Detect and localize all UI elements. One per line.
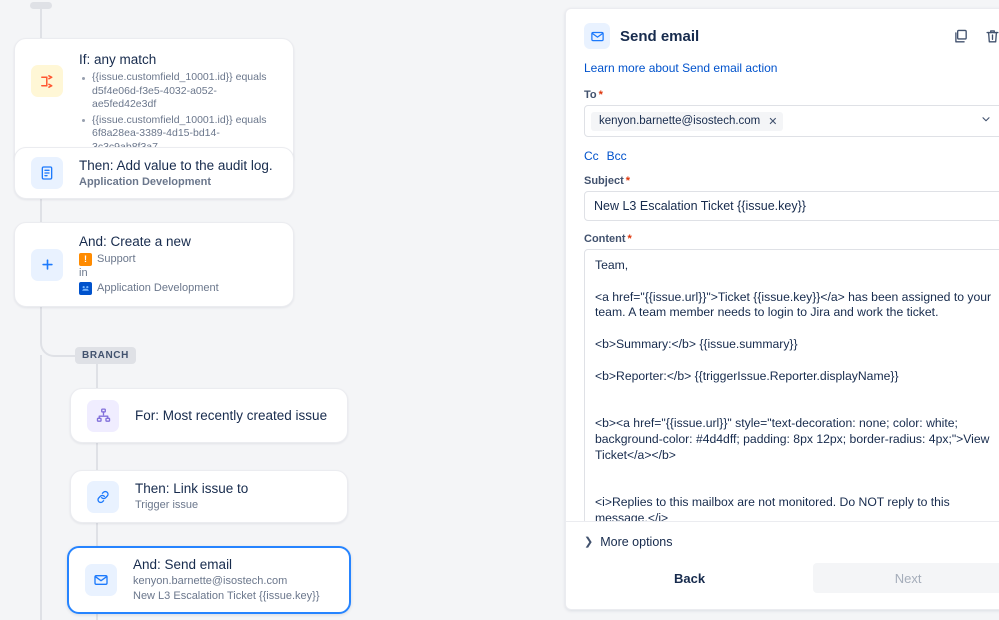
trash-icon[interactable] bbox=[981, 25, 999, 47]
project-avatar-icon bbox=[79, 282, 92, 295]
required-marker: * bbox=[627, 233, 632, 245]
card-title: Then: Link issue to bbox=[135, 481, 249, 496]
cc-link[interactable]: Cc bbox=[584, 149, 599, 163]
card-title: Then: Add value to the audit log. bbox=[79, 157, 273, 173]
required-marker: * bbox=[625, 175, 631, 187]
rule-card-create-issue[interactable]: And: Create a new ! Support in Applicati… bbox=[14, 222, 294, 307]
rail-segment bbox=[96, 613, 98, 620]
rail-segment bbox=[96, 523, 98, 547]
in-word: in bbox=[79, 267, 88, 279]
recipient-email: kenyon.barnette@isostech.com bbox=[599, 115, 761, 127]
subject-label: Subject * bbox=[584, 175, 999, 187]
rail-segment bbox=[40, 307, 42, 333]
chevron-right-icon: ❯ bbox=[584, 535, 594, 548]
chevron-down-icon[interactable] bbox=[980, 112, 992, 130]
issue-type-icon: ! bbox=[79, 253, 92, 266]
card-subject: New L3 Escalation Ticket {{issue.key}} bbox=[133, 590, 320, 602]
content-label-text: Content bbox=[584, 233, 626, 245]
learn-more-link[interactable]: Learn more about Send email action bbox=[584, 61, 777, 75]
content-label: Content * bbox=[584, 233, 999, 245]
to-select[interactable]: kenyon.barnette@isostech.com ✕ bbox=[584, 105, 999, 137]
link-icon bbox=[87, 480, 119, 513]
cc-bcc-row: Cc Bcc bbox=[584, 149, 999, 163]
detail-panel-wrap: Send email Learn more about Send email a… bbox=[557, 0, 999, 620]
envelope-icon bbox=[584, 23, 610, 49]
close-icon[interactable]: ✕ bbox=[768, 115, 777, 128]
card-title: If: any match bbox=[79, 52, 157, 67]
panel-footer: Back Next bbox=[566, 549, 999, 609]
branch-condition-icon bbox=[31, 65, 63, 97]
envelope-icon bbox=[85, 564, 117, 596]
audit-log-icon bbox=[31, 157, 63, 189]
subject-label-text: Subject bbox=[584, 175, 624, 187]
rail-segment bbox=[40, 8, 42, 38]
card-subtitle: Application Development bbox=[79, 175, 212, 188]
send-email-panel: Send email Learn more about Send email a… bbox=[565, 8, 999, 610]
subject-input[interactable] bbox=[584, 191, 999, 221]
automation-rule-editor: BRANCH If: any match {{issue.customfield… bbox=[0, 0, 999, 620]
recipient-chip[interactable]: kenyon.barnette@isostech.com ✕ bbox=[591, 111, 784, 131]
duplicate-icon[interactable] bbox=[949, 25, 971, 47]
to-label: To * bbox=[584, 89, 999, 101]
back-button[interactable]: Back bbox=[662, 564, 717, 593]
card-title: For: Most recently created issue bbox=[135, 407, 328, 423]
panel-header-actions bbox=[949, 25, 999, 47]
more-options-toggle[interactable]: ❯ More options bbox=[566, 521, 999, 549]
to-field-block: To * kenyon.barnette@isostech.com ✕ bbox=[584, 89, 999, 137]
panel-content: Send email Learn more about Send email a… bbox=[566, 9, 999, 521]
content-textarea[interactable]: Team, <a href="{{issue.url}}">Ticket {{i… bbox=[584, 249, 999, 521]
plus-icon bbox=[31, 248, 63, 281]
condition-item: {{issue.customfield_10001.id}} equals d5… bbox=[79, 71, 277, 112]
content-field-block: Content * Team, <a href="{{issue.url}}">T… bbox=[584, 233, 999, 521]
page-title: Send email bbox=[620, 27, 700, 45]
card-subtitle: Trigger issue bbox=[135, 499, 199, 511]
to-label-text: To bbox=[584, 89, 597, 101]
project-label: Application Development bbox=[97, 282, 219, 294]
rail-segment bbox=[40, 355, 42, 620]
project-row: Application Development bbox=[79, 281, 277, 296]
rail-segment bbox=[40, 198, 42, 222]
card-title: And: Create a new bbox=[79, 234, 191, 249]
rail-segment bbox=[96, 443, 98, 471]
rule-card-send-email[interactable]: And: Send email kenyon.barnette@isostech… bbox=[67, 546, 351, 614]
condition-list: {{issue.customfield_10001.id}} equals d5… bbox=[79, 71, 277, 154]
rule-canvas: BRANCH If: any match {{issue.customfield… bbox=[0, 0, 557, 620]
rule-card-audit-log[interactable]: Then: Add value to the audit log. Applic… bbox=[14, 147, 294, 199]
hierarchy-icon bbox=[87, 399, 119, 432]
subject-field-block: Subject * bbox=[584, 175, 999, 221]
more-options-label: More options bbox=[600, 535, 673, 549]
bcc-link[interactable]: Bcc bbox=[607, 149, 627, 163]
next-button: Next bbox=[813, 563, 999, 593]
rule-card-link-issue[interactable]: Then: Link issue to Trigger issue bbox=[70, 470, 348, 523]
rule-card-for-branch[interactable]: For: Most recently created issue bbox=[70, 388, 348, 443]
issue-type-label: Support bbox=[97, 253, 136, 265]
branch-chip: BRANCH bbox=[75, 347, 136, 364]
required-marker: * bbox=[598, 89, 603, 101]
card-email: kenyon.barnette@isostech.com bbox=[133, 575, 288, 587]
issue-type-row: ! Support bbox=[79, 252, 277, 267]
card-title: And: Send email bbox=[133, 557, 233, 572]
panel-header: Send email bbox=[584, 23, 999, 49]
